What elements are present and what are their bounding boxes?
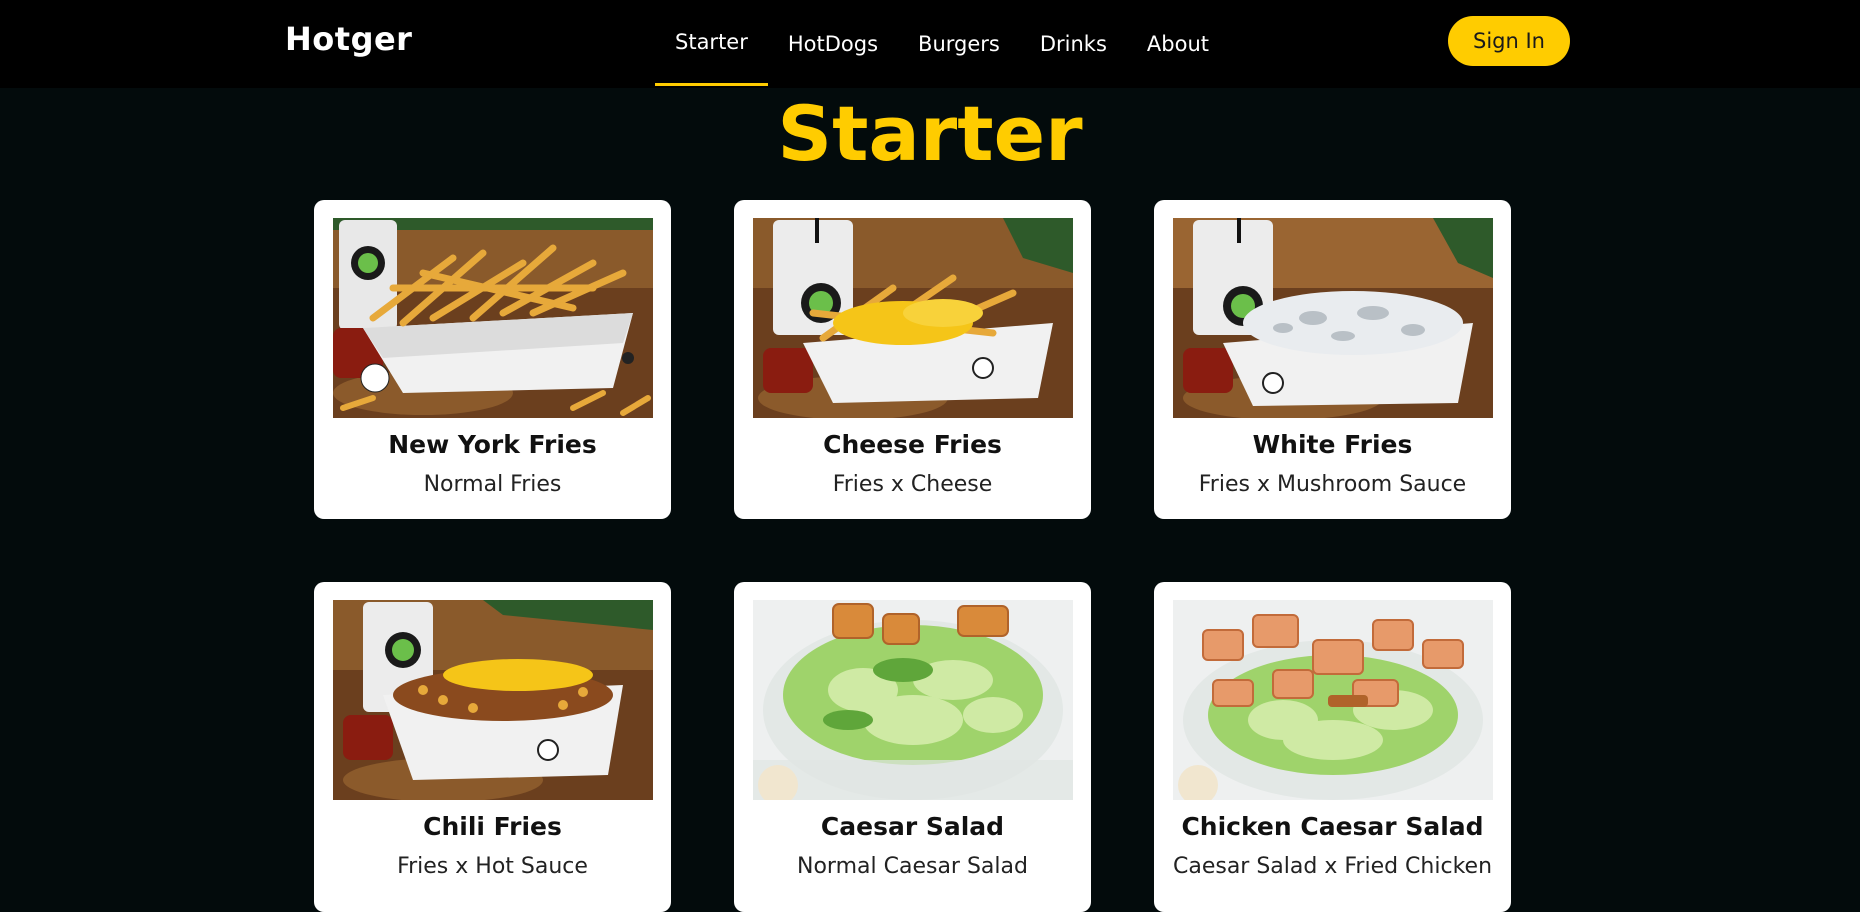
menu-item-name: Chicken Caesar Salad bbox=[1181, 812, 1484, 841]
menu-card[interactable]: Cheese Fries Fries x Cheese bbox=[734, 200, 1091, 519]
chili-fries-photo bbox=[333, 600, 653, 800]
menu-item-name: White Fries bbox=[1252, 430, 1413, 459]
menu-card[interactable]: New York Fries Normal Fries bbox=[314, 200, 671, 519]
menu-item-name: Caesar Salad bbox=[820, 812, 1005, 841]
menu-item-desc: Fries x Hot Sauce bbox=[397, 854, 588, 879]
nav-link-drinks[interactable]: Drinks bbox=[1020, 0, 1127, 88]
menu-item-desc: Normal Caesar Salad bbox=[797, 854, 1028, 879]
nav-link-burgers[interactable]: Burgers bbox=[898, 0, 1020, 88]
nav-link-about[interactable]: About bbox=[1127, 0, 1229, 88]
menu-item-desc: Fries x Mushroom Sauce bbox=[1198, 472, 1467, 497]
menu-item-desc: Normal Fries bbox=[423, 472, 562, 497]
navbar: Hotger Starter HotDogs Burgers Drinks Ab… bbox=[0, 0, 1860, 88]
chicken-caesar-salad-photo bbox=[1173, 600, 1493, 800]
caesar-salad-photo bbox=[753, 600, 1073, 800]
nav-links: Starter HotDogs Burgers Drinks About bbox=[655, 0, 1229, 88]
menu-item-name: New York Fries bbox=[388, 430, 597, 459]
menu-card[interactable]: Chili Fries Fries x Hot Sauce bbox=[314, 582, 671, 912]
menu-card[interactable]: Chicken Caesar Salad Caesar Salad x Frie… bbox=[1154, 582, 1511, 912]
menu-item-name: Cheese Fries bbox=[823, 430, 1002, 459]
cheese-fries-photo bbox=[753, 218, 1073, 418]
brand-logo[interactable]: Hotger bbox=[285, 20, 412, 58]
menu-card[interactable]: Caesar Salad Normal Caesar Salad bbox=[734, 582, 1091, 912]
nav-link-hotdogs[interactable]: HotDogs bbox=[768, 0, 898, 88]
menu-card[interactable]: White Fries Fries x Mushroom Sauce bbox=[1154, 200, 1511, 519]
white-fries-photo bbox=[1173, 218, 1493, 418]
menu-item-desc: Fries x Cheese bbox=[832, 472, 993, 497]
fries-photo bbox=[333, 218, 653, 418]
sign-in-button[interactable]: Sign In bbox=[1448, 16, 1570, 66]
menu-item-name: Chili Fries bbox=[423, 812, 562, 841]
nav-link-starter[interactable]: Starter bbox=[655, 0, 768, 88]
section-title: Starter bbox=[777, 89, 1083, 178]
menu-item-desc: Caesar Salad x Fried Chicken bbox=[1172, 854, 1493, 879]
